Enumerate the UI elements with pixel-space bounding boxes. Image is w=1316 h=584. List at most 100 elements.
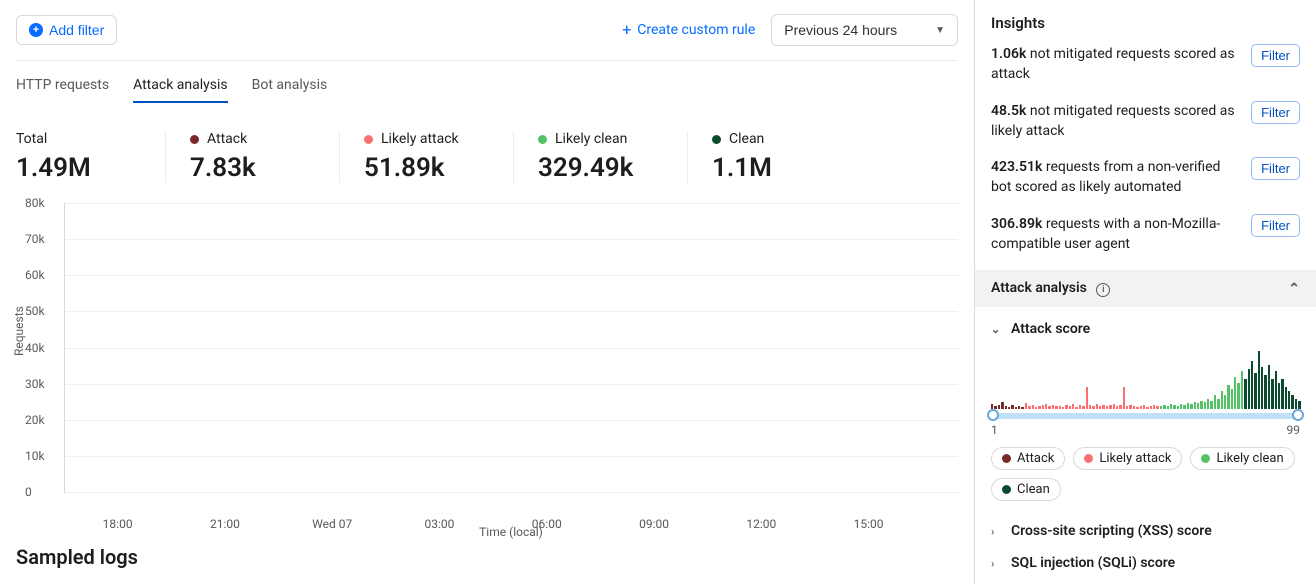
insight-filter-button[interactable]: Filter: [1251, 44, 1300, 67]
histogram-bar: [1072, 404, 1074, 409]
y-tick: 0: [25, 485, 32, 499]
add-filter-label: Add filter: [49, 22, 104, 38]
attack-score-label: Attack score: [1011, 321, 1090, 337]
histogram-bar: [1035, 407, 1037, 409]
histogram-bar: [1285, 387, 1287, 409]
histogram-bar: [1153, 405, 1155, 409]
score-sub-row[interactable]: ›Remote code execution (RCE) score: [991, 579, 1300, 584]
stat-value: 7.83k: [190, 153, 307, 183]
y-tick: 10k: [25, 449, 45, 463]
histogram-bar: [1096, 404, 1098, 409]
histogram-bar: [1207, 399, 1209, 409]
histogram-bar: [1140, 406, 1142, 409]
range-min: 1: [991, 423, 998, 437]
score-pill-likely-attack[interactable]: Likely attack: [1073, 447, 1182, 470]
histogram-bar: [1075, 407, 1077, 409]
histogram-bar: [1089, 405, 1091, 409]
tab-attack-analysis[interactable]: Attack analysis: [133, 77, 228, 103]
histogram-bar: [1032, 405, 1034, 409]
insights-list: 1.06k not mitigated requests scored as a…: [991, 44, 1300, 254]
histogram-bar: [1234, 377, 1236, 409]
score-sub-row[interactable]: ›SQL injection (SQLi) score: [991, 547, 1300, 579]
histogram-bar: [1156, 406, 1158, 409]
histogram-bar: [1194, 402, 1196, 409]
histogram-bar: [1177, 406, 1179, 409]
histogram-bar: [1200, 401, 1202, 409]
histogram-bar: [1187, 403, 1189, 409]
slider-knob-min[interactable]: [987, 409, 999, 421]
dot-icon: [190, 135, 199, 144]
histogram-bar: [1123, 387, 1125, 409]
attack-score-row[interactable]: ⌄ Attack score: [991, 313, 1300, 345]
dot-icon: [364, 135, 373, 144]
histogram-bar: [1167, 406, 1169, 409]
histogram-bar: [1126, 406, 1128, 409]
histogram-bar: [1217, 399, 1219, 409]
histogram-bar: [1227, 385, 1229, 409]
histogram-bar: [1237, 383, 1239, 409]
tabs: HTTP requests Attack analysis Bot analysis: [16, 61, 958, 103]
score-pills: Attack Likely attack Likely clean Clean: [991, 447, 1300, 501]
insight-filter-button[interactable]: Filter: [1251, 101, 1300, 124]
sampled-logs-heading: Sampled logs: [16, 545, 958, 569]
info-icon[interactable]: i: [1096, 283, 1110, 297]
chevron-up-icon[interactable]: ⌃: [1288, 281, 1300, 297]
attack-score-histogram[interactable]: [991, 347, 1300, 409]
create-rule-label: Create custom rule: [637, 22, 755, 38]
histogram-bar: [1055, 406, 1057, 409]
y-tick: 40k: [25, 341, 45, 355]
plus-circle-icon: +: [29, 23, 43, 37]
add-filter-button[interactable]: + Add filter: [16, 15, 117, 45]
insights-title: Insights: [991, 14, 1300, 32]
histogram-bar: [1146, 407, 1148, 409]
y-tick: 20k: [25, 413, 45, 427]
right-sidebar: Insights 1.06k not mitigated requests sc…: [974, 0, 1316, 584]
sub-label: Cross-site scripting (XSS) score: [1011, 523, 1212, 539]
y-tick: 70k: [25, 232, 45, 246]
histogram-bar: [1288, 391, 1290, 409]
dot-icon: [1084, 454, 1093, 463]
stat-total: Total1.49M: [16, 131, 166, 183]
score-pill-clean[interactable]: Clean: [991, 478, 1061, 501]
histogram-bar: [1295, 399, 1297, 409]
histogram-bar: [1160, 406, 1162, 409]
histogram-bar: [1214, 395, 1216, 409]
attack-analysis-panel-header[interactable]: Attack analysis i ⌃: [975, 270, 1316, 307]
histogram-bar: [1045, 404, 1047, 409]
score-subsections: › Cross-site scripting (XSS) score ›SQL in…: [991, 515, 1300, 584]
slider-knob-max[interactable]: [1292, 409, 1304, 421]
create-custom-rule-link[interactable]: + Create custom rule: [622, 22, 755, 38]
stat-clean: Clean1.1M: [712, 131, 862, 183]
tab-bot-analysis[interactable]: Bot analysis: [252, 77, 328, 103]
score-pill-attack[interactable]: Attack: [991, 447, 1065, 470]
x-axis-label: Time (local): [64, 525, 958, 539]
histogram-bar: [1015, 407, 1017, 409]
time-range-label: Previous 24 hours: [784, 22, 897, 38]
plus-icon: +: [622, 22, 631, 38]
histogram-bar: [1001, 402, 1003, 409]
tab-http-requests[interactable]: HTTP requests: [16, 77, 109, 103]
time-range-selector[interactable]: Previous 24 hours ▼: [771, 14, 958, 46]
insight-filter-button[interactable]: Filter: [1251, 157, 1300, 180]
histogram-bar: [1231, 389, 1233, 409]
score-sub-row[interactable]: › Cross-site scripting (XSS) score: [991, 515, 1300, 547]
requests-chart: Requests 010k20k30k40k50k60k70k80k 18:00…: [16, 203, 958, 539]
range-labels: 1 99: [991, 423, 1300, 437]
chart-area[interactable]: 010k20k30k40k50k60k70k80k: [64, 203, 958, 493]
topbar: + Add filter + Create custom rule Previo…: [16, 14, 958, 61]
insight-row: 48.5k not mitigated requests scored as l…: [991, 101, 1300, 142]
histogram-bar: [1275, 371, 1277, 409]
histogram-bar: [1062, 407, 1064, 409]
dot-icon: [712, 135, 721, 144]
histogram-bar: [1106, 406, 1108, 409]
stat-value: 1.1M: [712, 153, 830, 183]
score-range-slider[interactable]: [991, 413, 1300, 419]
histogram-bar: [1086, 387, 1088, 409]
stat-label: Attack: [207, 131, 247, 147]
insight-filter-button[interactable]: Filter: [1251, 214, 1300, 237]
histogram-bar: [1099, 406, 1101, 409]
histogram-bar: [1065, 405, 1067, 409]
chevron-right-icon: ›: [991, 525, 1003, 538]
histogram-bar: [1008, 407, 1010, 409]
score-pill-likely-clean[interactable]: Likely clean: [1190, 447, 1294, 470]
